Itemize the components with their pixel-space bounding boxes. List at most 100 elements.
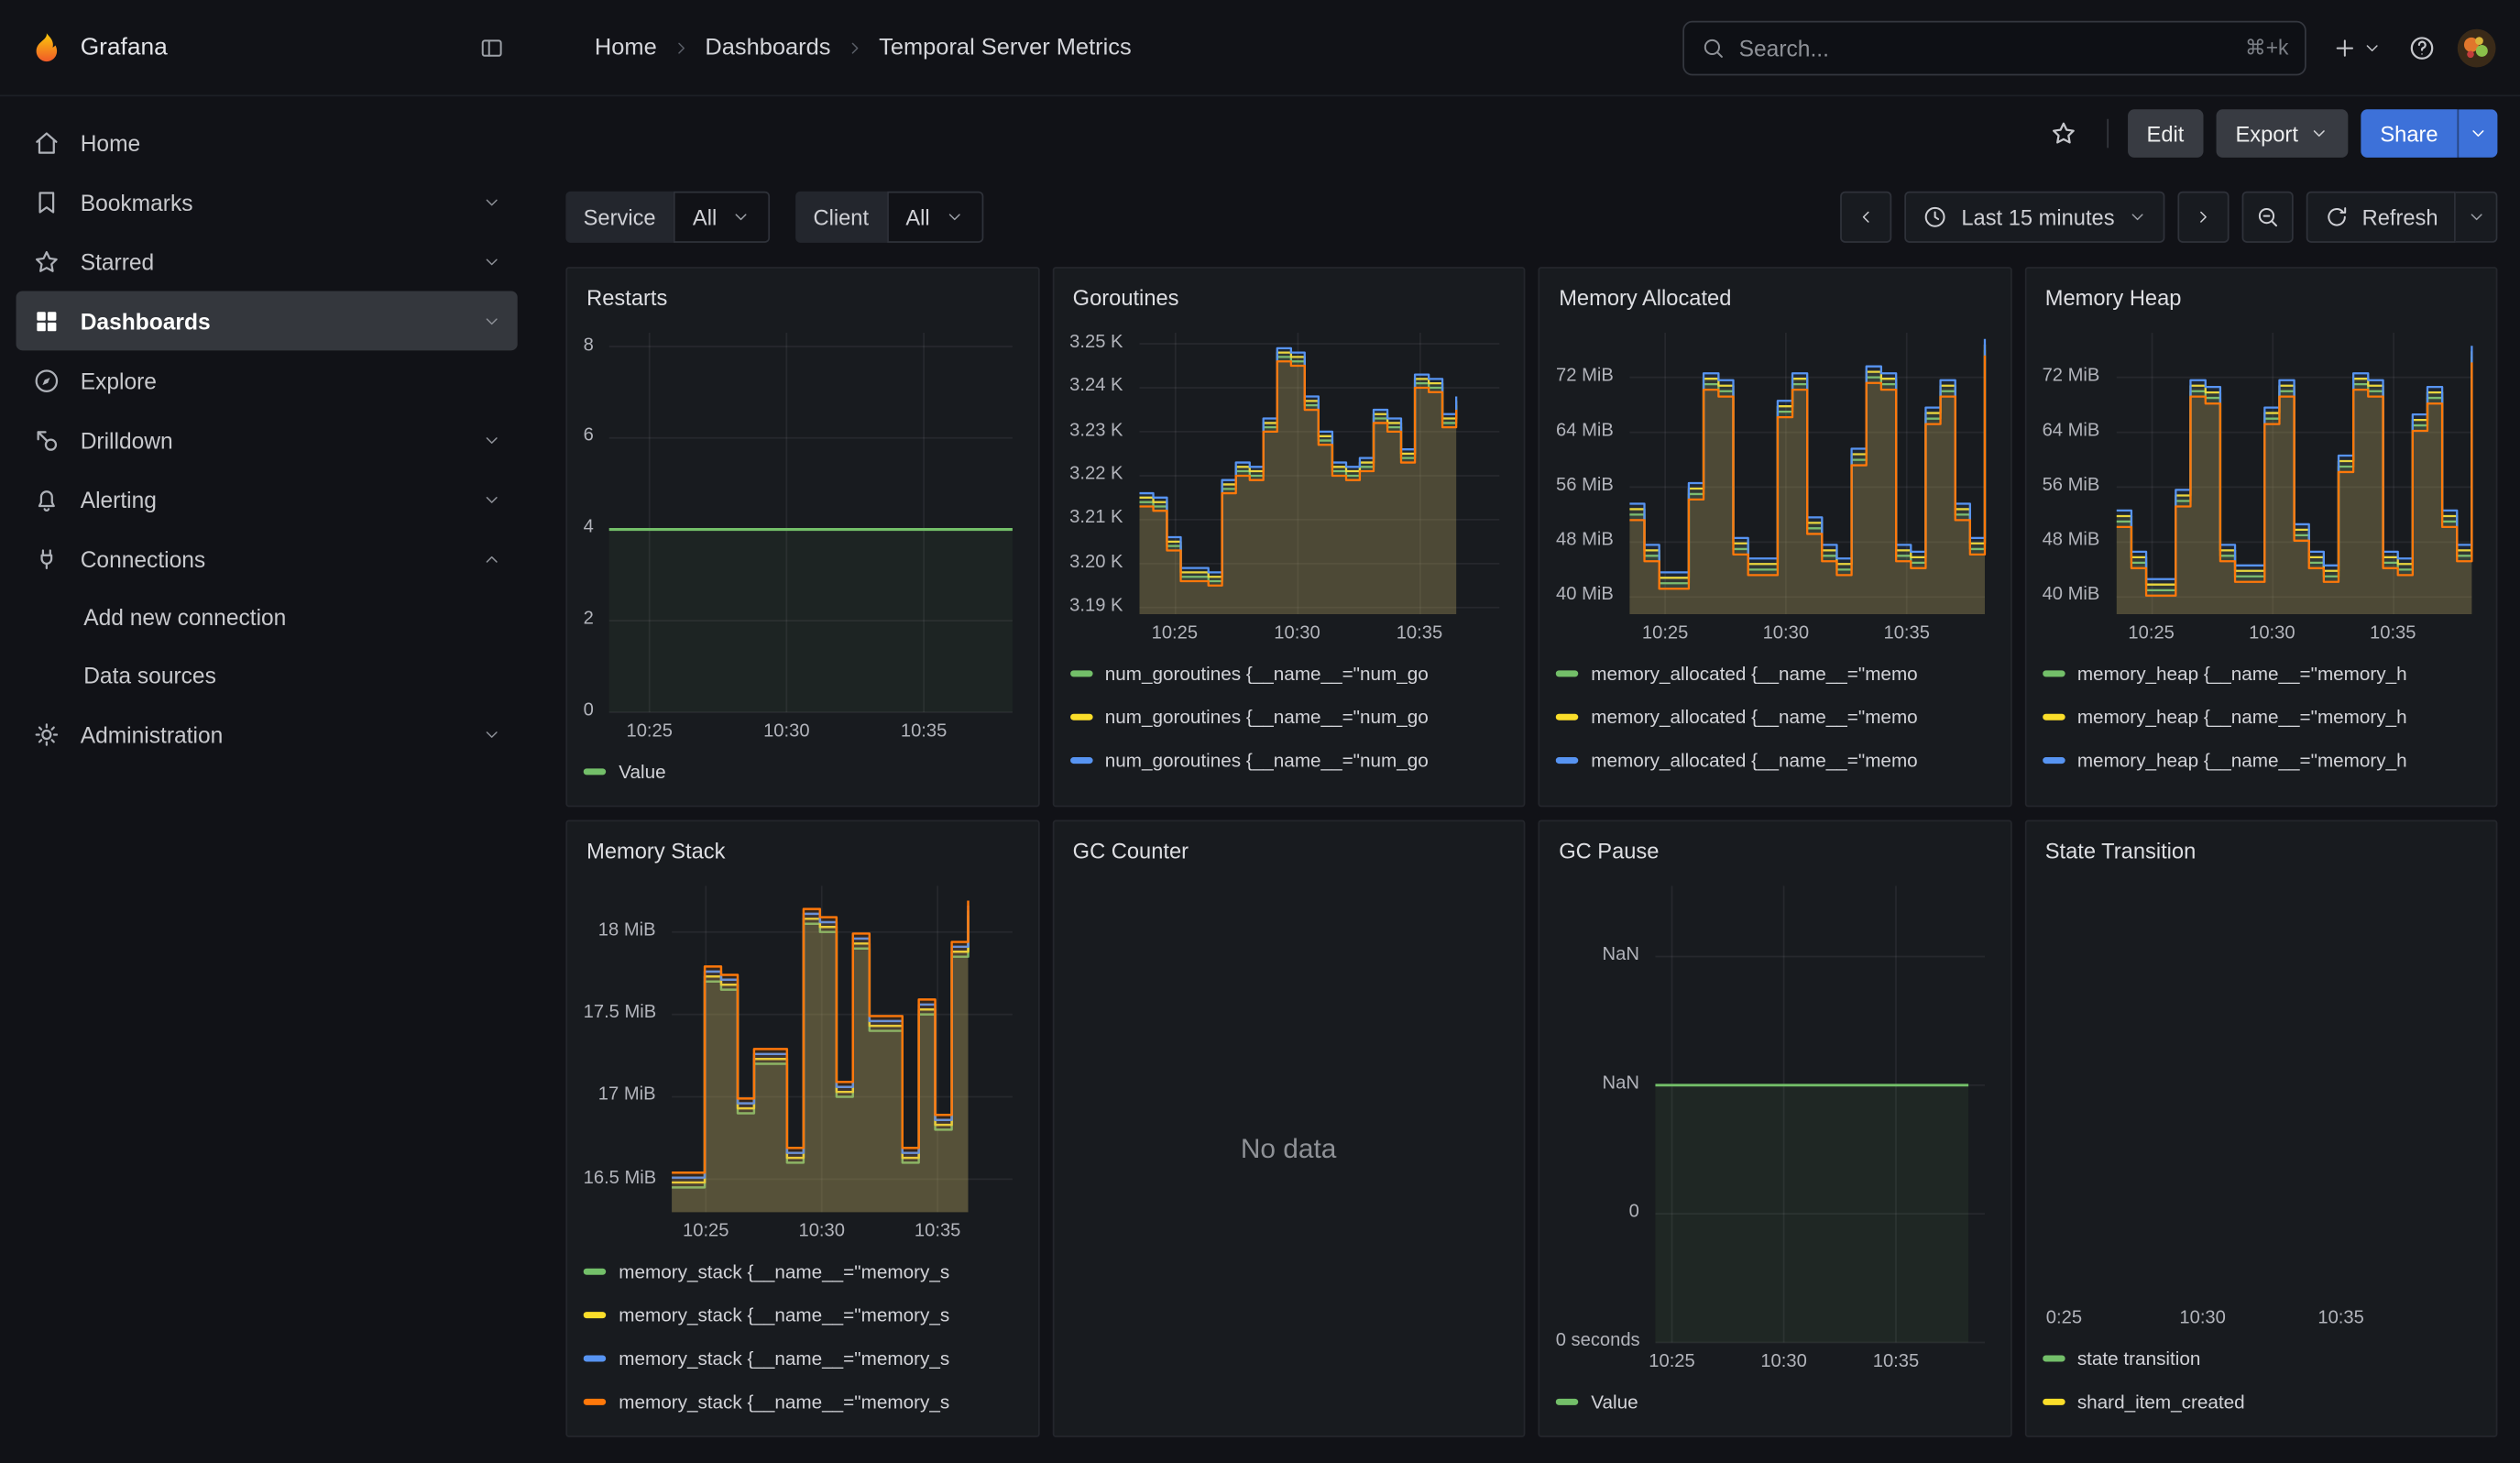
time-shift-back-button[interactable] bbox=[1841, 192, 1892, 243]
panel-body: 18 MiB17.5 MiB17 MiB16.5 MiB10:2510:3010… bbox=[567, 870, 1037, 1436]
legend-label: memory_allocated {__name__="memo bbox=[1591, 792, 1917, 793]
export-button-label: Export bbox=[2235, 121, 2297, 145]
share-button[interactable]: Share bbox=[2361, 109, 2457, 158]
variable-client-value[interactable]: All bbox=[886, 192, 982, 243]
legend-item[interactable]: num_goroutines {__name__="num_go bbox=[1069, 738, 1429, 781]
sidebar-item-data-sources[interactable]: Data sources bbox=[16, 646, 518, 704]
chart-svg bbox=[584, 324, 1023, 714]
panel-state-transition: State Transition0:2510:3010:35state tran… bbox=[2024, 820, 2498, 1436]
legend-item[interactable]: memory_heap {__name__="memory_h bbox=[2042, 695, 2406, 738]
user-avatar[interactable] bbox=[2456, 27, 2498, 69]
legend-item[interactable]: memory_allocated {__name__="memo bbox=[1556, 695, 1918, 738]
legend-item[interactable]: Value bbox=[584, 749, 666, 792]
panel-memory-allocated: Memory Allocated 72 MiB64 MiB56 MiB48 MiB… bbox=[1538, 267, 2011, 807]
chart-plot-area[interactable] bbox=[2042, 876, 2480, 1301]
legend-item[interactable]: memory_heap {__name__="memory_h bbox=[2042, 781, 2406, 792]
panel-title[interactable]: Goroutines bbox=[1054, 269, 1524, 317]
legend-item[interactable]: state transition bbox=[2042, 1336, 2200, 1379]
x-axis-tick: 10:25 bbox=[1642, 623, 1688, 643]
sidebar-item-home[interactable]: Home bbox=[16, 113, 518, 172]
sidebar-item-dashboards[interactable]: Dashboards bbox=[16, 291, 518, 350]
y-axis-tick: 4 bbox=[584, 518, 594, 537]
legend-item[interactable]: memory_stack {__name__="memory_s bbox=[584, 1292, 950, 1336]
chart-plot-area[interactable]: 3.25 K3.24 K3.23 K3.22 K3.21 K3.20 K3.19… bbox=[1069, 324, 1507, 616]
y-axis-tick: 16.5 MiB bbox=[584, 1168, 656, 1187]
dashboards-icon bbox=[32, 306, 61, 336]
refresh-interval-button[interactable] bbox=[2456, 192, 2498, 243]
chart-plot-area[interactable]: 72 MiB64 MiB56 MiB48 MiB40 MiB bbox=[1556, 324, 1994, 616]
legend-label: memory_heap {__name__="memory_h bbox=[2077, 748, 2407, 771]
legend-item[interactable]: num_goroutines {__name__="num_go bbox=[1069, 695, 1429, 738]
sidebar-item-starred[interactable]: Starred bbox=[16, 232, 518, 292]
time-range-picker[interactable]: Last 15 minutes bbox=[1905, 192, 2164, 243]
legend-item[interactable]: Value bbox=[1556, 1380, 1638, 1423]
export-button[interactable]: Export bbox=[2216, 109, 2348, 158]
legend-label: memory_stack {__name__="memory_s bbox=[619, 1303, 949, 1326]
refresh-button[interactable]: Refresh bbox=[2306, 192, 2456, 243]
edit-button[interactable]: Edit bbox=[2127, 109, 2203, 158]
sidebar-item-drilldown[interactable]: Drilldown bbox=[16, 410, 518, 469]
chart-plot-area[interactable]: NaNNaN00 seconds bbox=[1556, 876, 1994, 1344]
legend-swatch bbox=[1556, 756, 1579, 763]
share-menu-button[interactable] bbox=[2458, 109, 2498, 158]
sidebar-item-add-new-connection[interactable]: Add new connection bbox=[16, 588, 518, 646]
legend-item[interactable]: num_goroutines {__name__="num_go bbox=[1069, 651, 1429, 694]
y-axis-tick: 64 MiB bbox=[1556, 421, 1614, 440]
zoom-out-time-button[interactable] bbox=[2241, 192, 2293, 243]
sidebar-item-connections[interactable]: Connections bbox=[16, 529, 518, 588]
legend-item[interactable]: num_goroutines {__name__="num_go bbox=[1069, 781, 1429, 792]
panel-title[interactable]: Memory Allocated bbox=[1539, 269, 2010, 317]
panel-title[interactable]: Restarts bbox=[567, 269, 1037, 317]
dock-menu-button[interactable] bbox=[473, 28, 511, 67]
legend-item[interactable]: memory_heap {__name__="memory_h bbox=[2042, 651, 2406, 694]
sidebar-item-label: Administration bbox=[81, 721, 224, 747]
variable-service-value[interactable]: All bbox=[674, 192, 770, 243]
legend-swatch bbox=[2042, 713, 2065, 720]
legend-item[interactable]: memory_allocated {__name__="memo bbox=[1556, 781, 1918, 792]
legend-label: memory_allocated {__name__="memo bbox=[1591, 705, 1917, 728]
panel-goroutines: Goroutines 3.25 K3.24 K3.23 K3.22 K3.21 K… bbox=[1052, 267, 1526, 807]
legend-swatch bbox=[584, 1355, 607, 1361]
help-button[interactable] bbox=[2398, 22, 2447, 73]
sidebar-item-explore[interactable]: Explore bbox=[16, 350, 518, 410]
legend: Value bbox=[1556, 1380, 1994, 1423]
legend-swatch bbox=[1069, 669, 1092, 676]
y-axis-tick: 3.25 K bbox=[1069, 333, 1123, 352]
panel-title[interactable]: GC Pause bbox=[1539, 821, 2010, 870]
chevron-down-icon bbox=[482, 192, 501, 212]
chart-plot-area[interactable]: 18 MiB17.5 MiB17 MiB16.5 MiB bbox=[584, 876, 1022, 1214]
legend-item[interactable]: memory_heap {__name__="memory_h bbox=[2042, 738, 2406, 781]
chart-svg bbox=[2042, 876, 2481, 1301]
legend-item[interactable]: shard_item_created bbox=[2042, 1380, 2244, 1423]
chevron-down-icon bbox=[482, 724, 501, 743]
legend-item[interactable]: memory_stack {__name__="memory_s bbox=[584, 1249, 950, 1292]
time-shift-forward-button[interactable] bbox=[2177, 192, 2229, 243]
time-range-label: Last 15 minutes bbox=[1961, 205, 2114, 229]
legend-item[interactable]: memory_stack {__name__="memory_s bbox=[584, 1380, 950, 1423]
variable-client-label: Client bbox=[795, 192, 886, 243]
chart-plot-area[interactable]: 72 MiB64 MiB56 MiB48 MiB40 MiB bbox=[2042, 324, 2480, 616]
search-box[interactable]: ⌘+k bbox=[1682, 20, 2306, 75]
y-axis-tick: 48 MiB bbox=[1556, 531, 1614, 550]
legend-item[interactable]: memory_allocated {__name__="memo bbox=[1556, 651, 1918, 694]
breadcrumb-item-dashboards[interactable]: Dashboards bbox=[705, 35, 830, 60]
search-input[interactable] bbox=[1739, 35, 2232, 60]
drilldown-icon bbox=[32, 425, 61, 455]
panel-title[interactable]: GC Counter bbox=[1054, 821, 1524, 870]
x-axis-tick: 10:25 bbox=[1152, 623, 1198, 643]
legend-item[interactable]: memory_allocated {__name__="memo bbox=[1556, 738, 1918, 781]
sidebar-item-alerting[interactable]: Alerting bbox=[16, 469, 518, 529]
sidebar-item-bookmarks[interactable]: Bookmarks bbox=[16, 172, 518, 232]
panel-title[interactable]: State Transition bbox=[2026, 821, 2496, 870]
chart-plot-area[interactable]: 86420 bbox=[584, 324, 1022, 714]
breadcrumb-item-home[interactable]: Home bbox=[595, 35, 657, 60]
star-icon bbox=[32, 247, 61, 276]
panel-title[interactable]: Memory Stack bbox=[567, 821, 1037, 870]
x-axis-tick: 10:35 bbox=[1883, 623, 1929, 643]
panel-title[interactable]: Memory Heap bbox=[2026, 269, 2496, 317]
add-new-button[interactable] bbox=[2326, 22, 2388, 73]
favorite-star-button[interactable] bbox=[2039, 108, 2087, 160]
x-axis-tick: 10:35 bbox=[915, 1222, 960, 1241]
legend-item[interactable]: memory_stack {__name__="memory_s bbox=[584, 1336, 950, 1379]
sidebar-item-administration[interactable]: Administration bbox=[16, 704, 518, 764]
